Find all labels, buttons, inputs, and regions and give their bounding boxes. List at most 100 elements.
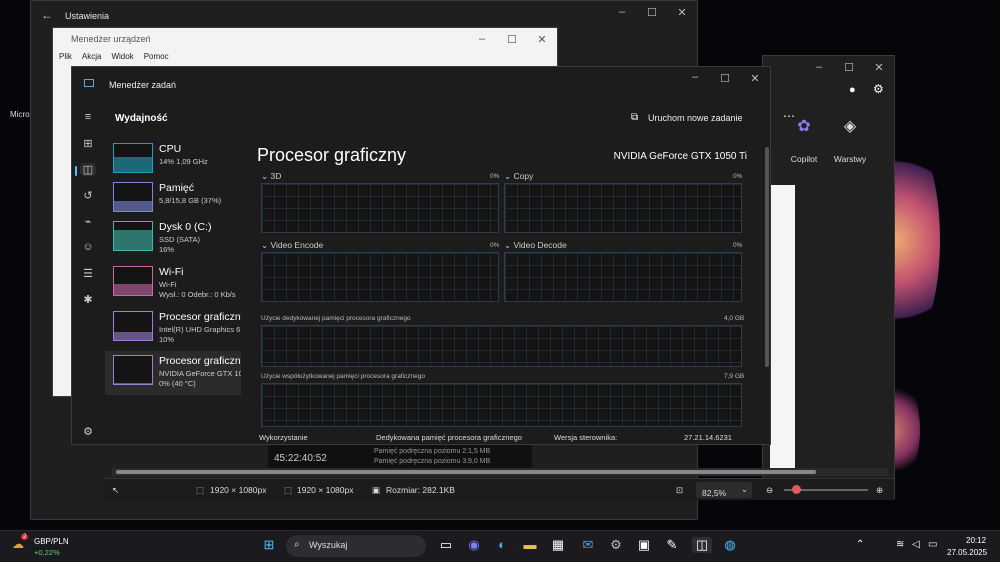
shared-memory-max: 7,9 GB [724,373,745,380]
shared-memory-label: Użycie współużytkowanej pamięci procesor… [261,373,426,380]
maximize-icon[interactable]: ☐ [710,67,740,89]
details-icon[interactable]: ☰ [80,267,96,280]
settings-gear-icon[interactable]: ⚙ [80,425,96,438]
search-box[interactable]: ⌕ Wyszukaj [286,535,426,557]
startup-apps-icon[interactable]: ⌁ [80,215,96,228]
menu-item[interactable]: Pomoc [144,52,169,61]
task-view-icon[interactable]: ▭ [436,537,456,553]
performance-item[interactable]: Pamięć 5,8/15,8 GB (37%) [105,178,241,222]
engine-copy-pct: 0% [733,173,743,180]
mini-graph [113,266,153,296]
layers-button[interactable]: ◈ Warstwy [825,116,875,164]
maximize-icon[interactable]: ☐ [497,28,527,50]
mini-graph-fill [114,383,152,384]
item-detail: SSD (SATA) [159,235,200,244]
menu-item[interactable]: Akcja [82,52,102,61]
menu-item[interactable]: Plik [59,52,72,61]
file-explorer-icon[interactable]: ▬ [520,537,540,552]
engine-label[interactable]: ⌄ Copy [504,171,533,182]
close-icon[interactable]: ✕ [667,1,697,23]
engine-label[interactable]: ⌄ Video Decode [504,240,567,251]
mini-graph-fill [114,283,152,295]
detail-title: Procesor graficzny [257,145,407,165]
battery-icon[interactable]: ▭ [928,539,937,550]
zoom-select[interactable]: 82,5% ⌄ [696,482,752,498]
close-icon[interactable]: ✕ [864,56,894,78]
zoom-slider-thumb[interactable] [792,485,801,494]
start-icon[interactable]: ⊞ [259,537,279,553]
paint-statusbar: ↖ ⬚ 1920 × 1080px ⬚ 1920 × 1080px ▣ Rozm… [104,478,894,500]
mini-graph [113,143,153,173]
driver-version-value: 27.21.14.6231 [684,433,732,442]
run-new-task-button[interactable]: Uruchom nowe zadanie [648,113,743,123]
wifi-icon[interactable]: ≋ [896,539,904,550]
back-arrow-icon[interactable]: ← [41,8,53,22]
cache-l3-value: 9,0 MB [468,458,491,465]
performance-item[interactable]: Wi-Fi Wi-Fi Wysł.: 0 Odebr.: 0 Kb/s [105,262,241,306]
item-name: Pamięć [159,182,195,194]
desktop-icon-label[interactable]: Micro [10,110,30,119]
settings-gear-icon[interactable]: ⚙ [606,537,626,553]
task-manager-window: Menedżer zadań – ☐ ✕ ≡ ⊞ ◫ ↺ ⌁ ☺ ☰ ✱ ⚙ W… [71,66,795,445]
performance-item[interactable]: CPU 14% 1,09 GHz [105,139,241,183]
engine-label[interactable]: ⌄ 3D [261,171,281,182]
minimize-icon[interactable]: – [680,67,710,87]
stock-name[interactable]: GBP/PLN [34,537,69,546]
clock-time[interactable]: 20:12 [966,536,986,545]
item-detail: NVIDIA GeForce GTX 10 [159,369,241,378]
settings-gear-icon[interactable]: ⚙ [873,82,884,96]
file-size: Rozmiar: 282.1KB [386,485,455,495]
close-icon[interactable]: ✕ [527,28,557,50]
horizontal-scrollbar[interactable] [112,468,888,476]
vertical-scrollbar[interactable] [765,147,769,367]
background-window-fragment: 45:22:40:52 Pamięć podręczna poziomu 2: … [268,445,532,469]
chevron-up-icon[interactable]: ⌃ [856,539,864,550]
copilot-button[interactable]: ✿ Copilot [779,116,829,164]
more-options-icon[interactable]: ⋯ [783,109,795,123]
maximize-icon[interactable]: ☐ [637,1,667,23]
zoom-in-icon[interactable]: ⊕ [876,485,883,496]
volume-icon[interactable]: ◁ [912,539,920,550]
app-history-icon[interactable]: ↺ [80,189,96,202]
menu-item[interactable]: Widok [111,52,133,61]
gpu-model: NVIDIA GeForce GTX 1050 Ti [613,151,747,162]
maximize-icon[interactable]: ☐ [834,56,864,78]
store-icon[interactable]: ▦ [548,537,568,553]
mini-graph-fill [114,156,152,172]
fit-icon[interactable]: ⊡ [676,485,683,496]
processes-icon[interactable]: ⊞ [80,137,96,150]
engine-3d-label: 3D [270,171,282,181]
close-icon[interactable]: ✕ [740,67,770,89]
item-name: Procesor graficzny [159,355,241,367]
mini-graph [113,311,153,341]
zoom-out-icon[interactable]: ⊖ [766,485,773,496]
edge-icon[interactable]: ◐ [492,537,512,552]
usage-label: Wykorzystanie [259,433,308,442]
performance-icon[interactable]: ◫ [75,163,96,176]
minimize-icon[interactable]: – [467,28,497,50]
layers-icon: ◈ [843,118,857,135]
item-detail: Wi-Fi [159,280,177,289]
cache-l2-value: 1,5 MB [468,448,491,455]
cursor-icon: ↖ [112,485,120,495]
performance-item[interactable]: Procesor graficzny Intel(R) UHD Graphics … [105,307,241,351]
mail-icon[interactable]: ✉ [578,537,598,553]
chat-icon[interactable]: ◉ [464,537,484,553]
item-name: Wi-Fi [159,266,184,278]
device-manager-icon[interactable]: ▣ [634,537,654,553]
scrollbar-thumb[interactable] [116,470,816,474]
paint-icon[interactable]: ✎ [662,537,682,553]
paint-canvas[interactable] [770,185,795,469]
performance-item[interactable]: Procesor graficzny NVIDIA GeForce GTX 10 0… [105,351,241,395]
account-avatar[interactable]: ● [849,84,856,96]
users-icon[interactable]: ☺ [80,241,96,253]
task-manager-icon[interactable]: ◫ [692,537,712,553]
minimize-icon[interactable]: – [804,56,834,78]
app-icon[interactable]: ◍ [720,537,740,553]
clock-date[interactable]: 27.05.2025 [947,548,987,557]
services-icon[interactable]: ✱ [80,293,96,306]
hamburger-menu-icon[interactable]: ≡ [80,111,96,123]
performance-item[interactable]: Dysk 0 (C:) SSD (SATA) 16% [105,217,241,261]
minimize-icon[interactable]: – [607,1,637,23]
engine-label[interactable]: ⌄ Video Encode [261,240,323,251]
